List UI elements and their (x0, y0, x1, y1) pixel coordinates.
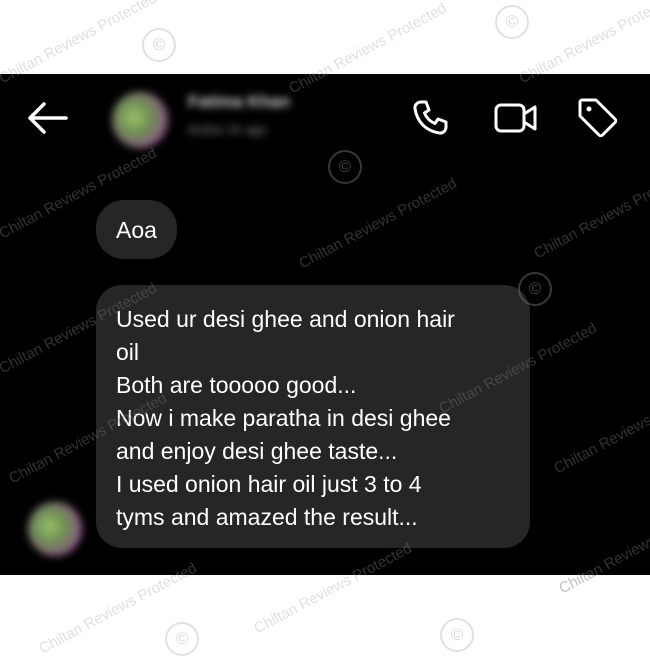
contact-name[interactable]: Fatima Khan (188, 92, 290, 112)
message-text: oil (116, 339, 140, 365)
tag-icon (578, 98, 618, 138)
chat-header: Fatima Khan Active 1h ago (0, 74, 650, 164)
back-arrow-icon (28, 102, 68, 134)
phone-icon (413, 100, 448, 135)
message-text: Used ur desi ghee and onion hair (116, 306, 455, 332)
video-call-button[interactable] (490, 96, 542, 140)
sender-avatar[interactable] (28, 502, 82, 556)
audio-call-button[interactable] (406, 96, 454, 140)
contact-avatar[interactable] (112, 92, 168, 148)
message-text: tyms and amazed the result... (116, 504, 418, 530)
message-text: and enjoy desi ghee taste... (116, 438, 398, 464)
label-button[interactable] (572, 94, 622, 140)
message-text: Both are tooooo good... (116, 372, 357, 398)
chat-screen: Fatima Khan Active 1h ago Aoa Used ur de… (0, 74, 650, 575)
video-camera-icon (494, 103, 537, 133)
message-bubble[interactable]: Used ur desi ghee and onion hair oil Bot… (96, 285, 530, 548)
copyright-icon: © (142, 28, 176, 62)
message-text: I used onion hair oil just 3 to 4 (116, 471, 422, 497)
copyright-icon: © (495, 5, 529, 39)
message-text: Aoa (116, 217, 157, 243)
back-button[interactable] (24, 98, 70, 138)
contact-status: Active 1h ago (188, 122, 267, 137)
copyright-icon: © (165, 622, 199, 656)
copyright-icon: © (440, 618, 474, 652)
message-text: Now i make paratha in desi ghee (116, 405, 451, 431)
message-bubble[interactable]: Aoa (96, 200, 177, 259)
